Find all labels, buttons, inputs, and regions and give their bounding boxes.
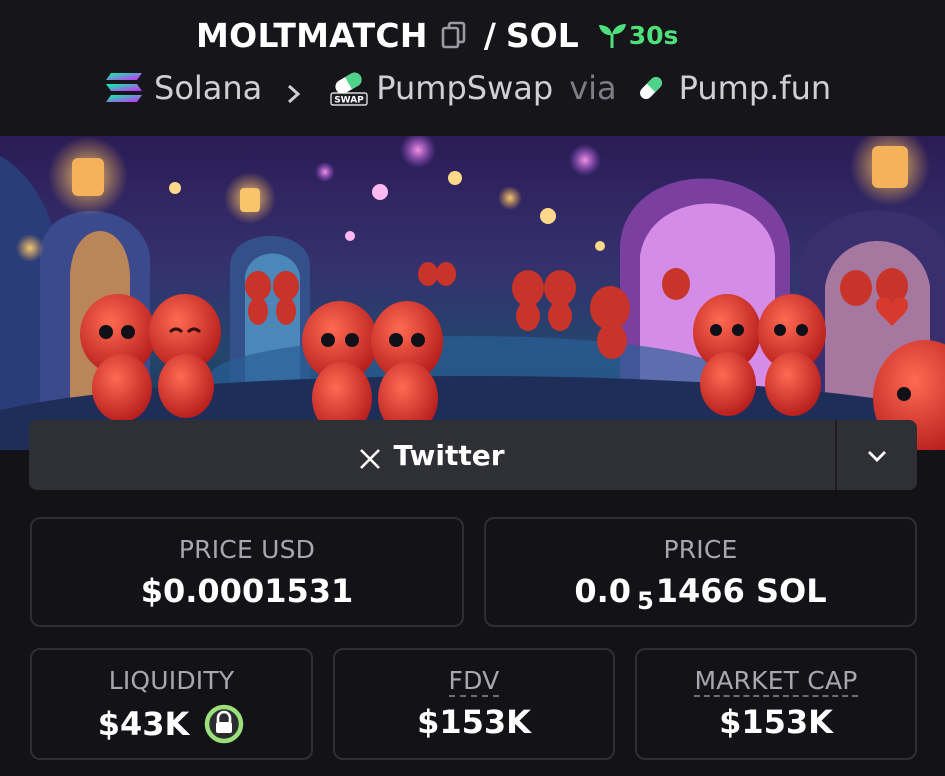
liquidity-label: LIQUIDITY — [108, 666, 235, 695]
launchpad-link[interactable]: Pump.fun — [679, 69, 832, 107]
twitter-label: Twitter — [393, 438, 505, 472]
liquidity-value-row: $43K — [98, 703, 246, 745]
copy-icon[interactable] — [440, 20, 468, 50]
chain-link[interactable]: Solana — [154, 69, 262, 107]
pumpswap-icon: SWAP — [328, 68, 370, 108]
market-cap-card: MARKET CAP $153K — [635, 648, 917, 760]
social-dropdown-button[interactable] — [837, 420, 917, 490]
pair-breadcrumb: Solana SWAP PumpSwap via Pump.fun — [104, 66, 831, 110]
sprout-icon — [597, 20, 627, 50]
dex-link[interactable]: PumpSwap — [376, 69, 553, 107]
price-usd-value: $0.0001531 — [140, 572, 354, 610]
token-name: MOLTMATCH — [196, 15, 428, 55]
quote-token: SOL — [505, 15, 579, 55]
fdv-card: FDV $153K — [333, 648, 615, 760]
price-native-prefix: 0.0 — [574, 572, 632, 610]
liquidity-value: $43K — [97, 705, 190, 743]
chevron-right-icon — [284, 76, 304, 104]
pair-separator: / — [483, 15, 496, 55]
pair-age-value: 30s — [628, 20, 679, 50]
twitter-button[interactable]: Twitter — [29, 420, 837, 490]
price-native-label: PRICE — [663, 535, 738, 564]
price-native-value: 0.0 5 1466 SOL — [574, 572, 827, 615]
banner-image — [0, 136, 945, 450]
price-native-suffix: 1466 SOL — [655, 572, 827, 610]
lock-icon[interactable] — [203, 703, 245, 745]
price-usd-label: PRICE USD — [178, 535, 316, 564]
pair-age: 30s — [597, 20, 679, 50]
fdv-value: $153K — [417, 703, 531, 741]
pumpswap-icon-text: SWAP — [334, 96, 364, 106]
price-native-card: PRICE 0.0 5 1466 SOL — [484, 517, 917, 627]
via-label: via — [569, 69, 617, 107]
social-links-bar: Twitter — [29, 420, 917, 490]
chevron-down-icon — [866, 448, 888, 462]
pair-header: MOLTMATCH / SOL 30s Solana SWAP PumpSwap… — [0, 0, 945, 136]
market-cap-label[interactable]: MARKET CAP — [694, 666, 858, 697]
fdv-label[interactable]: FDV — [448, 666, 500, 697]
x-logo-icon — [359, 444, 381, 469]
solana-icon — [104, 71, 144, 105]
price-native-zero-count: 5 — [637, 587, 654, 615]
pair-title: MOLTMATCH / SOL 30s — [196, 14, 678, 56]
market-cap-value: $153K — [719, 703, 833, 741]
pill-icon — [635, 72, 667, 104]
price-usd-card: PRICE USD $0.0001531 — [30, 517, 464, 627]
liquidity-card: LIQUIDITY $43K — [30, 648, 313, 760]
